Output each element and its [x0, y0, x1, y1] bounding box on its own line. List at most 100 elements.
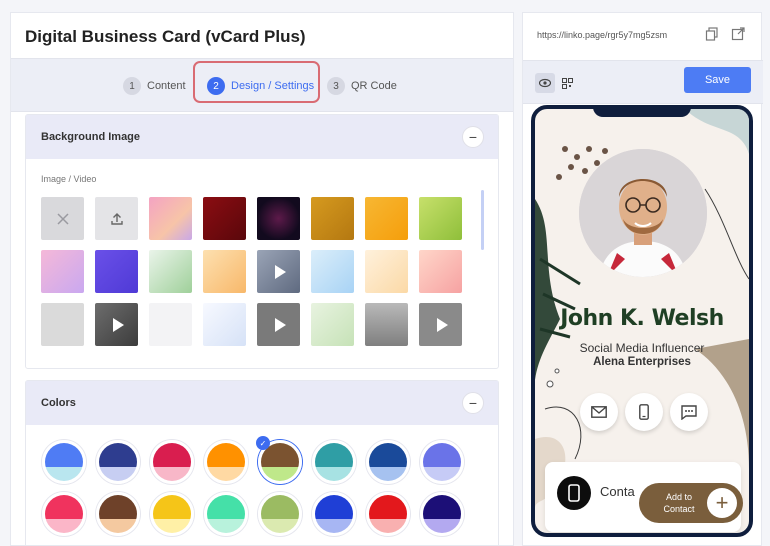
collapse-button[interactable]: −	[462, 126, 484, 148]
play-icon	[274, 317, 286, 332]
preview-toggle[interactable]	[535, 73, 555, 93]
color-swatch[interactable]	[150, 492, 194, 536]
background-image-thumb[interactable]	[365, 303, 408, 346]
person-avatar-icon	[579, 149, 707, 277]
background-image-thumb[interactable]	[149, 303, 192, 346]
copy-icon[interactable]	[705, 27, 719, 41]
background-image-thumb[interactable]	[41, 303, 84, 346]
swatch-secondary	[423, 518, 461, 533]
swatch-secondary	[99, 466, 137, 481]
color-swatch[interactable]	[96, 440, 140, 484]
qr-preview-toggle[interactable]	[557, 73, 577, 93]
swatch-primary	[423, 495, 461, 519]
swatch-secondary	[315, 466, 353, 481]
background-image-thumb[interactable]	[419, 250, 462, 293]
background-image-thumb[interactable]	[149, 250, 192, 293]
swatch-secondary	[207, 518, 245, 533]
step-content[interactable]: 1 Content	[123, 74, 186, 98]
save-button[interactable]: Save	[684, 67, 751, 93]
phone-notch	[593, 109, 691, 117]
step-qr-code[interactable]: 3 QR Code	[327, 74, 397, 98]
plus-icon: +	[707, 488, 737, 518]
swatch-primary	[207, 495, 245, 519]
color-swatch[interactable]	[204, 440, 248, 484]
color-swatch[interactable]	[312, 492, 356, 536]
play-icon	[274, 264, 286, 279]
swatch-secondary	[45, 518, 83, 533]
color-swatch[interactable]	[420, 492, 464, 536]
swatch-secondary	[369, 518, 407, 533]
color-swatch[interactable]	[366, 492, 410, 536]
color-swatch[interactable]	[258, 492, 302, 536]
color-swatch[interactable]	[42, 492, 86, 536]
qr-icon	[561, 77, 573, 89]
stepper: 1 Content 2 Design / Settings 3 QR Code	[11, 58, 513, 112]
swatch-secondary	[315, 518, 353, 533]
section-header[interactable]: Colors −	[26, 381, 498, 425]
phone-preview: John K. Welsh Social Media Influencer Al…	[531, 105, 753, 537]
background-video-thumb[interactable]	[95, 303, 138, 346]
background-video-thumb[interactable]	[419, 303, 462, 346]
background-image-thumb[interactable]	[257, 197, 300, 240]
selected-check-icon: ✓	[256, 436, 270, 450]
remove-button[interactable]	[41, 197, 84, 240]
color-swatch[interactable]	[366, 440, 410, 484]
background-image-thumb[interactable]	[203, 250, 246, 293]
background-image-thumb[interactable]	[365, 197, 408, 240]
swatch-primary	[369, 443, 407, 467]
background-image-thumb[interactable]	[311, 303, 354, 346]
scrollbar[interactable]	[481, 190, 484, 250]
add-to-contact-label: Add to Contact	[663, 492, 695, 514]
chat-bubble-icon	[681, 404, 697, 420]
color-swatch[interactable]	[204, 492, 248, 536]
background-image-thumb[interactable]	[419, 197, 462, 240]
sms-button[interactable]	[670, 393, 708, 431]
swatch-primary	[99, 495, 137, 519]
phone-button[interactable]	[625, 393, 663, 431]
add-to-contact-button[interactable]: Add to Contact +	[639, 483, 743, 523]
step-design-settings[interactable]: 2 Design / Settings	[207, 74, 314, 98]
email-button[interactable]	[580, 393, 618, 431]
swatch-primary	[45, 443, 83, 467]
editor-panel: Digital Business Card (vCard Plus) 1 Con…	[10, 12, 514, 546]
background-image-thumb[interactable]	[203, 197, 246, 240]
collapse-button[interactable]: −	[462, 392, 484, 414]
swatch-secondary	[261, 466, 299, 481]
section-header[interactable]: Background Image −	[26, 115, 498, 159]
step-label: QR Code	[351, 80, 397, 92]
background-image-thumb[interactable]	[311, 197, 354, 240]
color-swatch[interactable]	[42, 440, 86, 484]
play-icon	[436, 317, 448, 332]
eye-icon	[539, 78, 551, 88]
contact-heading: Conta	[600, 484, 635, 499]
color-swatch[interactable]	[312, 440, 356, 484]
background-video-thumb[interactable]	[257, 303, 300, 346]
upload-button[interactable]	[95, 197, 138, 240]
background-image-thumb[interactable]	[365, 250, 408, 293]
colors-section: Colors − ✓	[25, 380, 499, 545]
open-external-icon[interactable]	[731, 27, 745, 41]
color-swatch[interactable]	[96, 492, 140, 536]
remove-icon	[56, 212, 69, 225]
step-number: 2	[207, 77, 225, 95]
section-title: Colors	[41, 397, 76, 409]
swatch-secondary	[99, 518, 137, 533]
swatch-secondary	[45, 466, 83, 481]
short-url[interactable]: https://linko.page/rgr5y7mg5zsm	[537, 30, 667, 40]
color-swatch[interactable]	[420, 440, 464, 484]
swatch-primary	[45, 495, 83, 519]
background-image-thumb[interactable]	[41, 250, 84, 293]
background-image-thumb[interactable]	[203, 303, 246, 346]
background-image-thumb[interactable]	[149, 197, 192, 240]
swatch-primary	[261, 495, 299, 519]
background-image-thumb[interactable]	[95, 250, 138, 293]
background-image-thumb[interactable]	[311, 250, 354, 293]
preview-toolbar: Save	[523, 60, 763, 104]
swatch-primary	[153, 443, 191, 467]
section-title: Background Image	[41, 131, 141, 143]
swatch-secondary	[261, 518, 299, 533]
swatch-primary	[153, 495, 191, 519]
upload-icon	[110, 212, 123, 225]
background-video-thumb[interactable]	[257, 250, 300, 293]
color-swatch[interactable]	[150, 440, 194, 484]
